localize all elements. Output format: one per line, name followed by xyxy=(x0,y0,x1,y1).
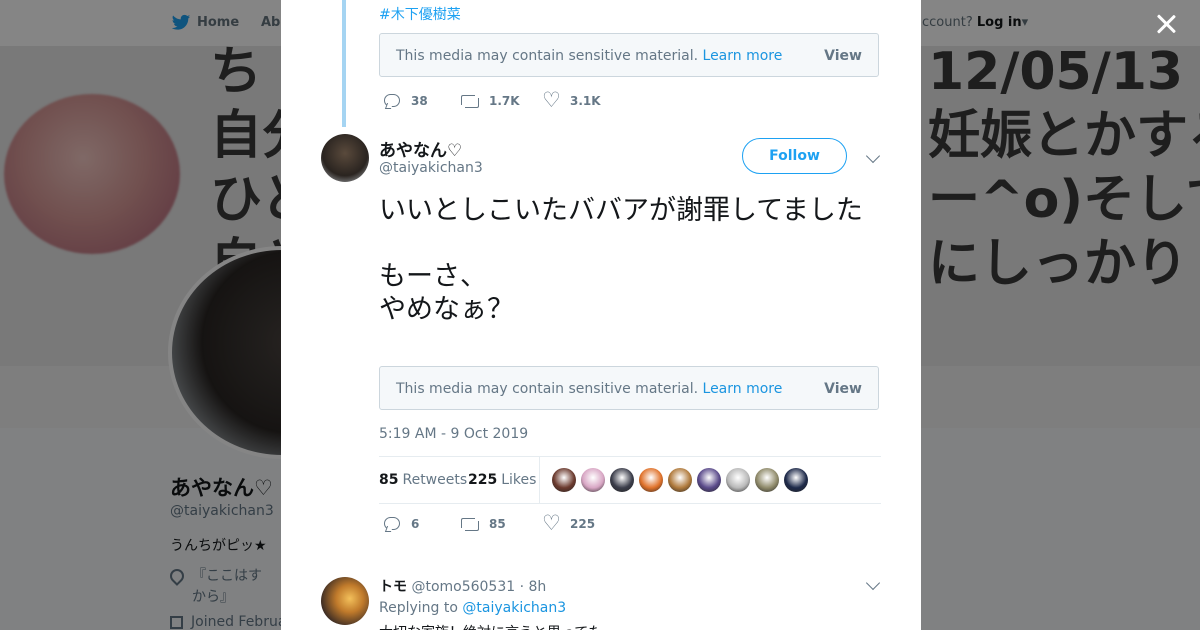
retweet-icon xyxy=(461,93,479,109)
view-media-button[interactable]: View xyxy=(824,381,862,397)
liker-avatar[interactable] xyxy=(726,468,750,492)
reply-author-handle[interactable]: @tomo560531 xyxy=(411,579,515,595)
author-handle[interactable]: @taiyakichan3 xyxy=(379,160,483,176)
heart-icon xyxy=(542,511,561,535)
liker-avatar[interactable] xyxy=(581,468,605,492)
retweet-count: 1.7K xyxy=(489,94,520,108)
sensitive-media-text: This media may contain sensitive materia… xyxy=(396,381,699,397)
retweets-stat[interactable]: 85 Retweets xyxy=(379,472,467,488)
like-button[interactable]: 225 xyxy=(542,511,596,535)
liker-avatar[interactable] xyxy=(668,468,692,492)
sensitive-media-text: This media may contain sensitive materia… xyxy=(396,48,699,64)
retweet-button[interactable]: 85 xyxy=(461,516,506,532)
like-count: 3.1K xyxy=(570,94,601,108)
learn-more-link[interactable]: Learn more xyxy=(703,48,783,64)
likes-stat[interactable]: 225 Likes xyxy=(468,472,536,488)
retweet-icon xyxy=(461,516,479,532)
retweet-button[interactable]: 1.7K xyxy=(461,93,520,109)
reply-count: 6 xyxy=(411,517,420,531)
sensitive-media-notice: This media may contain sensitive materia… xyxy=(379,33,879,77)
like-count: 225 xyxy=(570,517,596,531)
chevron-down-icon[interactable] xyxy=(865,148,881,164)
stats-divider xyxy=(539,457,540,503)
reply-text: 大切な家族！絶対に言うと思ってた xyxy=(379,622,602,630)
reply-header: トモ @tomo560531 · 8h xyxy=(379,576,546,596)
tweet-timestamp[interactable]: 5:19 AM - 9 Oct 2019 xyxy=(379,426,528,442)
close-icon[interactable] xyxy=(1153,11,1179,37)
reply-button[interactable]: 38 xyxy=(383,93,428,109)
hashtag-link[interactable]: #木下優樹菜 xyxy=(379,4,461,24)
reply-button[interactable]: 6 xyxy=(383,516,419,532)
thread-connector-line xyxy=(342,0,346,127)
reply-count: 38 xyxy=(411,94,428,108)
reply-author-name[interactable]: トモ xyxy=(379,579,407,595)
tweet-modal: #木下優樹菜 This media may contain sensitive … xyxy=(281,0,921,630)
author-name[interactable]: あやなん♡ xyxy=(379,136,462,161)
replying-to: Replying to @taiyakichan3 xyxy=(379,600,567,616)
liker-avatar[interactable] xyxy=(639,468,663,492)
reply-icon xyxy=(383,93,401,109)
mention-link[interactable]: @taiyakichan3 xyxy=(462,600,566,616)
sensitive-media-notice: This media may contain sensitive materia… xyxy=(379,366,879,410)
liker-avatar[interactable] xyxy=(610,468,634,492)
author-avatar[interactable] xyxy=(321,134,369,182)
view-media-button[interactable]: View xyxy=(824,48,862,64)
retweet-count: 85 xyxy=(489,517,506,531)
liker-avatar[interactable] xyxy=(552,468,576,492)
reply-time[interactable]: · 8h xyxy=(520,579,547,595)
tweet-stats: 85 Retweets 225 Likes xyxy=(379,456,881,504)
learn-more-link[interactable]: Learn more xyxy=(703,381,783,397)
liker-avatar[interactable] xyxy=(755,468,779,492)
heart-icon xyxy=(542,88,561,112)
reply-author-avatar[interactable] xyxy=(321,577,369,625)
chevron-down-icon[interactable] xyxy=(865,575,881,591)
liker-avatar[interactable] xyxy=(697,468,721,492)
like-button[interactable]: 3.1K xyxy=(542,88,601,112)
follow-button[interactable]: Follow xyxy=(742,138,847,174)
liker-avatar[interactable] xyxy=(784,468,808,492)
reply-icon xyxy=(383,516,401,532)
tweet-text: いいとしこいたババアが謝罪してました もーさ、 やめなぁ？ xyxy=(379,195,863,325)
